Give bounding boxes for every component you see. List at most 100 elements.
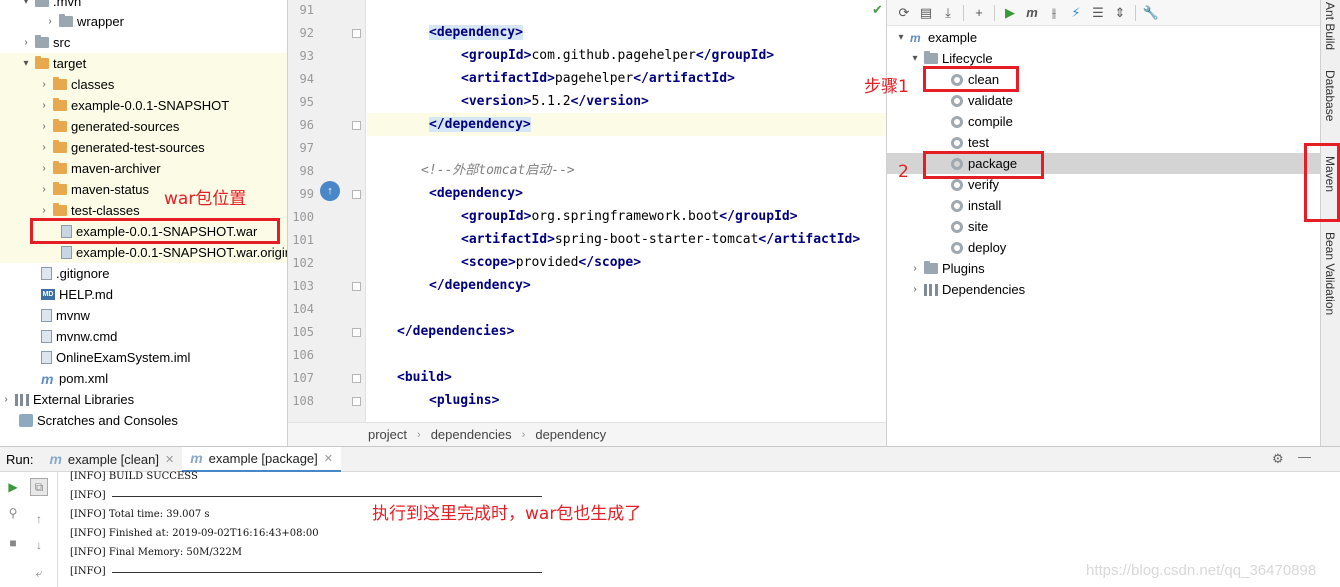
download-icon[interactable]: ⤓: [937, 3, 959, 23]
breadcrumb-item[interactable]: dependency: [535, 427, 606, 442]
maven-plugins[interactable]: › Plugins: [909, 258, 985, 279]
layout-icon[interactable]: ⧉: [30, 478, 48, 496]
chevron-right-icon[interactable]: ›: [38, 121, 50, 132]
chevron-right-icon[interactable]: ›: [909, 263, 921, 274]
stop-icon[interactable]: ■: [4, 534, 22, 552]
plus-icon[interactable]: +: [968, 3, 990, 23]
tab-bean-validation[interactable]: Bean Validation: [1323, 232, 1337, 315]
folder-icon: [53, 203, 67, 216]
line-number: 93: [299, 49, 314, 63]
close-icon[interactable]: ✕: [324, 452, 333, 465]
tree-item-gitignore[interactable]: .gitignore: [0, 263, 287, 284]
tree-item-src[interactable]: › src: [0, 32, 287, 53]
war-file-highlight-box: [30, 218, 280, 244]
chevron-right-icon[interactable]: ›: [38, 205, 50, 216]
tree-item-snapshot-folder[interactable]: › example-0.0.1-SNAPSHOT: [0, 95, 287, 116]
tree-item-scratches[interactable]: Scratches and Consoles: [0, 410, 287, 431]
tab-ant-build[interactable]: Ant Build: [1323, 2, 1337, 50]
maven-phase-validate[interactable]: validate: [951, 90, 1013, 111]
chevron-right-icon[interactable]: ›: [38, 163, 50, 174]
tree-item-target[interactable]: ▾ target: [0, 53, 287, 74]
add-project-icon[interactable]: ▤: [915, 3, 937, 23]
show-deps-icon[interactable]: ☰: [1087, 3, 1109, 23]
line-number: 94: [299, 72, 314, 86]
line-number: 95: [299, 95, 314, 109]
chevron-down-icon[interactable]: ▾: [20, 0, 32, 7]
settings-wrench-icon[interactable]: 🔧: [1140, 3, 1162, 23]
chevron-right-icon[interactable]: ›: [38, 79, 50, 90]
toolbar-separator: [994, 4, 995, 21]
maven-phase-test[interactable]: test: [951, 132, 989, 153]
fold-marker[interactable]: [352, 328, 361, 337]
chevron-right-icon[interactable]: ›: [38, 184, 50, 195]
code-line-95: <version>5.1.2</version>: [461, 94, 649, 109]
maven-phase-install[interactable]: install: [951, 195, 1001, 216]
fold-marker[interactable]: [352, 121, 361, 130]
tree-item-generated-test-sources[interactable]: › generated-test-sources: [0, 137, 287, 158]
tab-example-clean[interactable]: m example [clean] ✕: [41, 447, 182, 472]
tree-item-classes[interactable]: › classes: [0, 74, 287, 95]
tree-item-mvnw[interactable]: mvnw: [0, 305, 287, 326]
soft-wrap-icon[interactable]: ⤶: [30, 564, 48, 582]
step1-annotation: 步骤1: [864, 77, 909, 97]
editor-gutter: 91 92 93 94 95 96 97 98 99 100 101 102 1…: [288, 0, 366, 422]
chevron-right-icon: ›: [417, 428, 421, 441]
tree-item-generated-sources[interactable]: › generated-sources: [0, 116, 287, 137]
chevron-down-icon[interactable]: ▾: [20, 58, 32, 69]
tree-item-pom[interactable]: m pom.xml: [0, 368, 287, 389]
maven-dependencies[interactable]: › Dependencies: [909, 279, 1025, 300]
line-number: 104: [292, 302, 314, 316]
inspection-ok-icon[interactable]: ✔: [872, 2, 883, 18]
chevron-right-icon[interactable]: ›: [38, 100, 50, 111]
skip-tests-icon[interactable]: ⚡: [1065, 3, 1087, 23]
chevron-right-icon[interactable]: ›: [44, 16, 56, 27]
chevron-right-icon[interactable]: ›: [38, 142, 50, 153]
fold-marker[interactable]: [352, 282, 361, 291]
pin-icon[interactable]: ⚲: [4, 504, 22, 522]
tree-item-mvnw-cmd[interactable]: mvnw.cmd: [0, 326, 287, 347]
file-icon: [41, 330, 52, 343]
run-icon[interactable]: ▶: [999, 3, 1021, 23]
maven-goal-icon[interactable]: m: [1021, 3, 1043, 23]
tab-example-package[interactable]: m example [package] ✕: [182, 446, 341, 472]
gear-icon[interactable]: ⚙: [1272, 451, 1284, 467]
chevron-right-icon[interactable]: ›: [0, 394, 12, 405]
tree-item-external-libraries[interactable]: › External Libraries: [0, 389, 287, 410]
up-arrow-icon[interactable]: ↑: [30, 510, 48, 528]
tree-item-wrapper[interactable]: › wrapper: [0, 11, 287, 32]
breadcrumb-item[interactable]: project: [368, 427, 407, 442]
tab-database[interactable]: Database: [1323, 70, 1337, 121]
run-gutter-icon[interactable]: ↑: [320, 181, 340, 201]
fold-marker[interactable]: [352, 190, 361, 199]
down-arrow-icon[interactable]: ↓: [30, 536, 48, 554]
chevron-right-icon[interactable]: ›: [909, 284, 921, 295]
right-tool-strip: Ant Build Database Maven Bean Validation: [1320, 0, 1340, 446]
maven-phase-compile[interactable]: compile: [951, 111, 1013, 132]
fold-marker[interactable]: [352, 374, 361, 383]
gear-icon: [951, 178, 963, 191]
close-icon[interactable]: ✕: [165, 453, 174, 466]
tree-item-help-md[interactable]: MD HELP.md: [0, 284, 287, 305]
collapse-icon[interactable]: ⇕: [1109, 3, 1131, 23]
toggle-offline-icon[interactable]: ⫲: [1043, 3, 1065, 23]
code-line-94: <artifactId>pagehelper</artifactId>: [461, 71, 735, 86]
console-separator: [112, 572, 542, 573]
breadcrumb-item[interactable]: dependencies: [431, 427, 512, 442]
fold-marker[interactable]: [352, 29, 361, 38]
chevron-right-icon[interactable]: ›: [20, 37, 32, 48]
code-editor[interactable]: 91 92 93 94 95 96 97 98 99 100 101 102 1…: [288, 0, 886, 446]
chevron-down-icon[interactable]: ▾: [909, 53, 921, 64]
maven-project-example[interactable]: ▾ m example: [895, 27, 977, 48]
chevron-down-icon[interactable]: ▾: [895, 32, 907, 43]
maven-phase-deploy[interactable]: deploy: [951, 237, 1006, 258]
maven-phase-site[interactable]: site: [951, 216, 988, 237]
line-number: 107: [292, 371, 314, 385]
fold-marker[interactable]: [352, 397, 361, 406]
tree-item-iml[interactable]: OnlineExamSystem.iml: [0, 347, 287, 368]
folder-icon: [35, 0, 49, 7]
tree-item-war-original[interactable]: example-0.0.1-SNAPSHOT.war.original: [0, 242, 287, 263]
refresh-icon[interactable]: ⟳: [893, 3, 915, 23]
minimize-icon[interactable]: —: [1298, 449, 1311, 464]
tree-item-maven-archiver[interactable]: › maven-archiver: [0, 158, 287, 179]
rerun-icon[interactable]: ▶: [4, 478, 22, 496]
